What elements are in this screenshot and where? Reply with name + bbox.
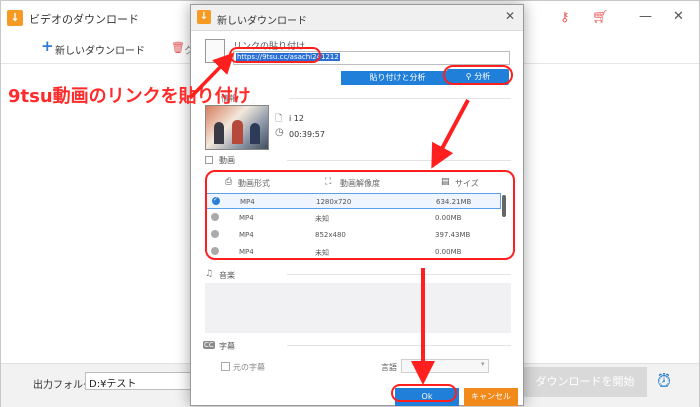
new-download-button[interactable]: 新しいダウンロード (55, 42, 145, 57)
clipboard-icon (205, 39, 225, 63)
audio-section-label: 音楽 (219, 271, 235, 280)
video-section-divider (287, 160, 511, 161)
start-download-button[interactable]: ダウンロードを開始 (523, 367, 647, 397)
language-select[interactable] (401, 359, 489, 373)
video-name: i 12 (289, 114, 304, 123)
annotation-callout: 9tsu動画のリンクを貼り付け (8, 86, 251, 107)
paste-and-analyze-button[interactable]: 貼り付けと分析 (341, 71, 454, 85)
clock-icon: ◷ (275, 127, 284, 138)
video-thumbnail (205, 105, 269, 150)
subtitle-section-label: 字幕 (219, 342, 235, 351)
cancel-button[interactable]: キャンセル (464, 388, 518, 406)
close-window-icon[interactable]: ✕ (673, 9, 684, 24)
annotation-oval-analyze (443, 65, 513, 85)
trash-icon[interactable]: 🗑︎ (171, 41, 185, 54)
info-divider (289, 98, 511, 99)
subtitle-section-divider (287, 345, 511, 346)
annotation-oval-ok (391, 384, 457, 402)
app-logo-icon: ↓ (7, 10, 23, 26)
audio-section-divider (287, 274, 511, 275)
language-label: 言語 (381, 363, 397, 372)
video-section-icon (205, 156, 213, 164)
dialog-close-icon[interactable]: ✕ (505, 9, 515, 23)
dialog-logo-icon: ↓ (197, 10, 211, 24)
key-icon[interactable]: ⚷ (560, 10, 570, 25)
annotation-oval-url (229, 47, 321, 63)
file-icon: 🗋 (275, 114, 283, 124)
music-note-icon: ♫ (205, 269, 214, 279)
cart-icon[interactable]: 🛒︎ (592, 10, 609, 25)
original-subtitle-label: 元の字幕 (233, 363, 265, 372)
plus-icon[interactable]: + (41, 37, 54, 55)
paste-analyze-label: 貼り付けと分析 (369, 73, 426, 82)
minimize-icon[interactable]: — (639, 9, 652, 24)
dialog-title: 新しいダウンロード (217, 16, 307, 27)
cc-icon: CC (203, 341, 215, 349)
alarm-clock-icon[interactable]: ⏰︎ (657, 371, 671, 392)
original-subtitle-checkbox[interactable] (221, 362, 230, 371)
main-window-title: ビデオのダウンロード (29, 13, 139, 26)
chevron-down-icon[interactable]: ▾ (481, 360, 485, 368)
annotation-box-table (205, 170, 515, 260)
audio-list (205, 283, 511, 333)
output-folder-field[interactable]: D:¥テスト (85, 372, 195, 390)
video-section-label: 動画 (219, 156, 235, 165)
video-duration: 00:39:57 (289, 130, 325, 139)
